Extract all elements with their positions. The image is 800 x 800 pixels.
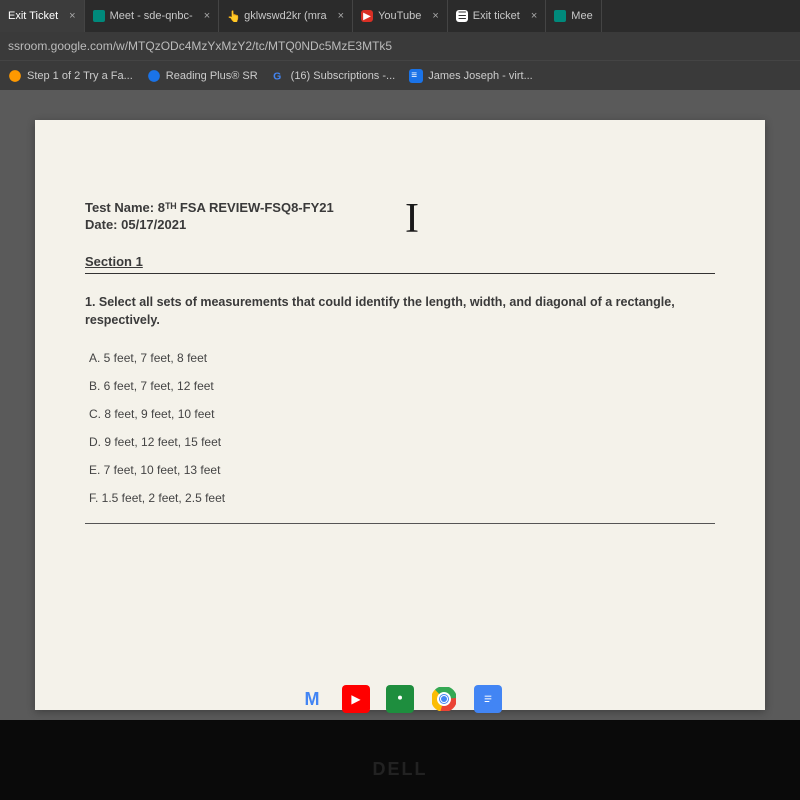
bookmark-james[interactable]: ≡ James Joseph - virt... (409, 69, 533, 83)
close-icon[interactable]: × (531, 10, 537, 22)
bookmark-label: Reading Plus® SR (166, 70, 258, 82)
bookmark-label: Step 1 of 2 Try a Fa... (27, 70, 133, 82)
classroom-icon[interactable] (386, 685, 414, 713)
section-title: Section 1 (85, 254, 715, 269)
answer-d[interactable]: D. 9 feet, 12 feet, 15 feet (89, 435, 715, 449)
close-icon[interactable]: × (432, 10, 438, 22)
tab-meet-2[interactable]: Mee (546, 0, 601, 32)
tab-label: Mee (571, 10, 592, 22)
svg-text:G: G (273, 70, 281, 82)
tab-label: gklwswd2kr (mra (244, 10, 327, 22)
answer-c[interactable]: C. 8 feet, 9 feet, 10 feet (89, 407, 715, 421)
tab-meet[interactable]: Meet - sde-qnbc- × (85, 0, 220, 32)
gmail-icon[interactable]: M (298, 685, 326, 713)
close-icon[interactable]: × (338, 10, 344, 22)
answer-e[interactable]: E. 7 feet, 10 feet, 13 feet (89, 463, 715, 477)
browser-tab-bar: Exit Ticket × Meet - sde-qnbc- × 👆 gklws… (0, 0, 800, 32)
meet-icon (93, 10, 105, 22)
amazon-icon (8, 69, 22, 83)
close-icon[interactable]: × (69, 10, 75, 22)
test-name: Test Name: 8ᵀᴴ FSA REVIEW-FSQ8-FY21 (85, 200, 715, 215)
tab-youtube[interactable]: ▶ YouTube × (353, 0, 448, 32)
google-icon: G (272, 69, 286, 83)
bookmark-label: (16) Subscriptions -... (291, 70, 396, 82)
tab-label: YouTube (378, 10, 421, 22)
close-icon[interactable]: × (204, 10, 210, 22)
laptop-brand: DELL (0, 759, 800, 780)
question-text: 1. Select all sets of measurements that … (85, 294, 715, 329)
youtube-icon: ▶ (361, 10, 373, 22)
bookmark-subscriptions[interactable]: G (16) Subscriptions -... (272, 69, 396, 83)
finger-icon: 👆 (227, 10, 239, 22)
address-bar[interactable]: ssroom.google.com/w/MTQzODc4MzYxMzY2/tc/… (0, 32, 800, 60)
bottom-divider (85, 523, 715, 524)
test-date: Date: 05/17/2021 (85, 217, 715, 232)
forms-icon: ☰ (456, 10, 468, 22)
url-text: ssroom.google.com/w/MTQzODc4MzYxMzY2/tc/… (8, 39, 392, 53)
youtube-icon[interactable]: ▶ (342, 685, 370, 713)
answer-list: A. 5 feet, 7 feet, 8 feet B. 6 feet, 7 f… (85, 351, 715, 505)
tab-exit-ticket-2[interactable]: ☰ Exit ticket × (448, 0, 547, 32)
page-content: I Test Name: 8ᵀᴴ FSA REVIEW-FSQ8-FY21 Da… (0, 90, 800, 720)
tab-label: Exit ticket (473, 10, 520, 22)
answer-a[interactable]: A. 5 feet, 7 feet, 8 feet (89, 351, 715, 365)
text-cursor-icon: I (405, 195, 419, 243)
meet-icon (554, 10, 566, 22)
docs-icon: ≡ (409, 69, 423, 83)
docs-icon[interactable] (474, 685, 502, 713)
tab-exit-ticket[interactable]: Exit Ticket × (0, 0, 85, 32)
tab-label: Exit Ticket (8, 10, 58, 22)
bookmark-step1[interactable]: Step 1 of 2 Try a Fa... (8, 69, 133, 83)
shelf: M ▶ (0, 678, 800, 720)
chrome-icon[interactable] (430, 685, 458, 713)
bookmarks-bar: Step 1 of 2 Try a Fa... Reading Plus® SR… (0, 60, 800, 90)
answer-f[interactable]: F. 1.5 feet, 2 feet, 2.5 feet (89, 491, 715, 505)
bookmark-label: James Joseph - virt... (428, 70, 533, 82)
tab-label: Meet - sde-qnbc- (110, 10, 193, 22)
bookmark-reading[interactable]: Reading Plus® SR (147, 69, 258, 83)
reading-icon (147, 69, 161, 83)
test-document: I Test Name: 8ᵀᴴ FSA REVIEW-FSQ8-FY21 Da… (35, 120, 765, 710)
answer-b[interactable]: B. 6 feet, 7 feet, 12 feet (89, 379, 715, 393)
section-divider (85, 273, 715, 274)
tab-gklwswd[interactable]: 👆 gklwswd2kr (mra × (219, 0, 353, 32)
